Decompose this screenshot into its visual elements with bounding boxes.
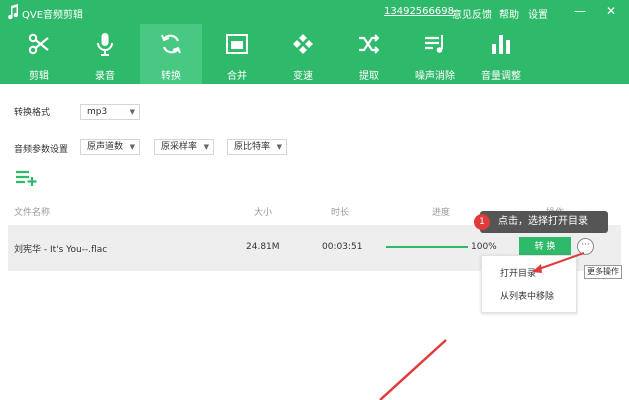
- convert-button[interactable]: 转 换: [519, 237, 571, 257]
- tab-label: 变速: [293, 71, 313, 82]
- file-duration: 00:03:51: [322, 242, 363, 252]
- minimize-button[interactable]: —: [572, 3, 588, 19]
- caret-down-icon: ▼: [276, 143, 282, 151]
- tab-label: 合并: [227, 71, 247, 82]
- params-label: 音频参数设置: [14, 145, 69, 155]
- convert-icon: [161, 34, 181, 54]
- format-value: mp3: [87, 107, 108, 117]
- col-header-progress: 进度: [432, 208, 451, 218]
- tab-volume[interactable]: 音量调整: [470, 24, 532, 84]
- settings-link[interactable]: 设置: [528, 6, 548, 21]
- merge-icon: [226, 34, 248, 54]
- more-options-tooltip: 更多操作: [584, 265, 622, 279]
- tab-label: 提取: [359, 71, 379, 82]
- title-bar: QVE音频剪辑 13492566698 意见反馈 帮助 设置 — ✕: [0, 0, 629, 24]
- tab-speed[interactable]: 变速: [272, 24, 334, 84]
- tab-label: 录音: [95, 71, 115, 82]
- step-number-badge: 1: [474, 214, 490, 230]
- tab-label: 转换: [161, 71, 181, 82]
- menu-item-remove-from-list[interactable]: 从列表中移除: [500, 289, 554, 302]
- app-title: QVE音频剪辑: [22, 10, 84, 21]
- caret-down-icon: ▼: [129, 108, 135, 116]
- account-phone-link[interactable]: 13492566698: [384, 6, 454, 17]
- bitrate-value: 原比特率: [234, 142, 271, 152]
- scissors-icon: [28, 33, 49, 55]
- file-size: 24.81M: [246, 242, 280, 252]
- progress-bar: [386, 246, 468, 248]
- progress-percent: 100%: [471, 242, 497, 252]
- tab-label: 音量调整: [481, 71, 521, 82]
- feedback-link[interactable]: 意见反馈: [452, 6, 492, 21]
- main-toolbar: 剪辑 录音 转换 合并 变速 提取 噪声消除 音量调整: [0, 24, 629, 84]
- arrow-from-bottom: [379, 339, 447, 400]
- tab-record[interactable]: 录音: [74, 24, 136, 84]
- col-header-size: 大小: [254, 208, 273, 218]
- speed-icon: [293, 34, 313, 54]
- volume-icon: [492, 35, 510, 54]
- noise-icon: [425, 35, 443, 53]
- caret-down-icon: ▼: [129, 143, 135, 151]
- help-link[interactable]: 帮助: [499, 6, 519, 21]
- menu-item-open-directory[interactable]: 打开目录: [500, 266, 536, 279]
- bitrate-select[interactable]: 原比特率 ▼: [227, 139, 287, 155]
- extract-icon: [359, 34, 380, 54]
- tab-label: 噪声消除: [415, 71, 455, 82]
- channels-select[interactable]: 原声道数 ▼: [80, 139, 140, 155]
- samplerate-select[interactable]: 原采样率 ▼: [154, 139, 214, 155]
- samplerate-value: 原采样率: [161, 142, 198, 152]
- col-header-name: 文件名称: [14, 208, 51, 218]
- music-note-icon: [8, 4, 19, 20]
- context-menu: 打开目录 从列表中移除: [481, 255, 577, 313]
- callout-text: 点击，选择打开目录: [498, 216, 588, 227]
- tab-cut[interactable]: 剪辑: [8, 24, 70, 84]
- instruction-callout: 1 点击，选择打开目录: [474, 211, 608, 233]
- file-name: 刘宪华 - It's You--.flac: [14, 245, 108, 255]
- tab-extract[interactable]: 提取: [338, 24, 400, 84]
- tab-convert[interactable]: 转换: [140, 24, 202, 84]
- tab-label: 剪辑: [29, 71, 49, 82]
- close-button[interactable]: ✕: [603, 3, 619, 19]
- more-options-button[interactable]: ···: [577, 238, 594, 255]
- caret-down-icon: ▼: [203, 143, 209, 151]
- add-file-icon[interactable]: [16, 170, 38, 186]
- tab-merge[interactable]: 合并: [206, 24, 268, 84]
- tab-noise-removal[interactable]: 噪声消除: [404, 24, 466, 84]
- microphone-icon: [97, 33, 113, 56]
- format-label: 转换格式: [14, 108, 51, 118]
- format-select[interactable]: mp3 ▼: [80, 104, 140, 120]
- channels-value: 原声道数: [87, 142, 124, 152]
- col-header-duration: 时长: [331, 208, 350, 218]
